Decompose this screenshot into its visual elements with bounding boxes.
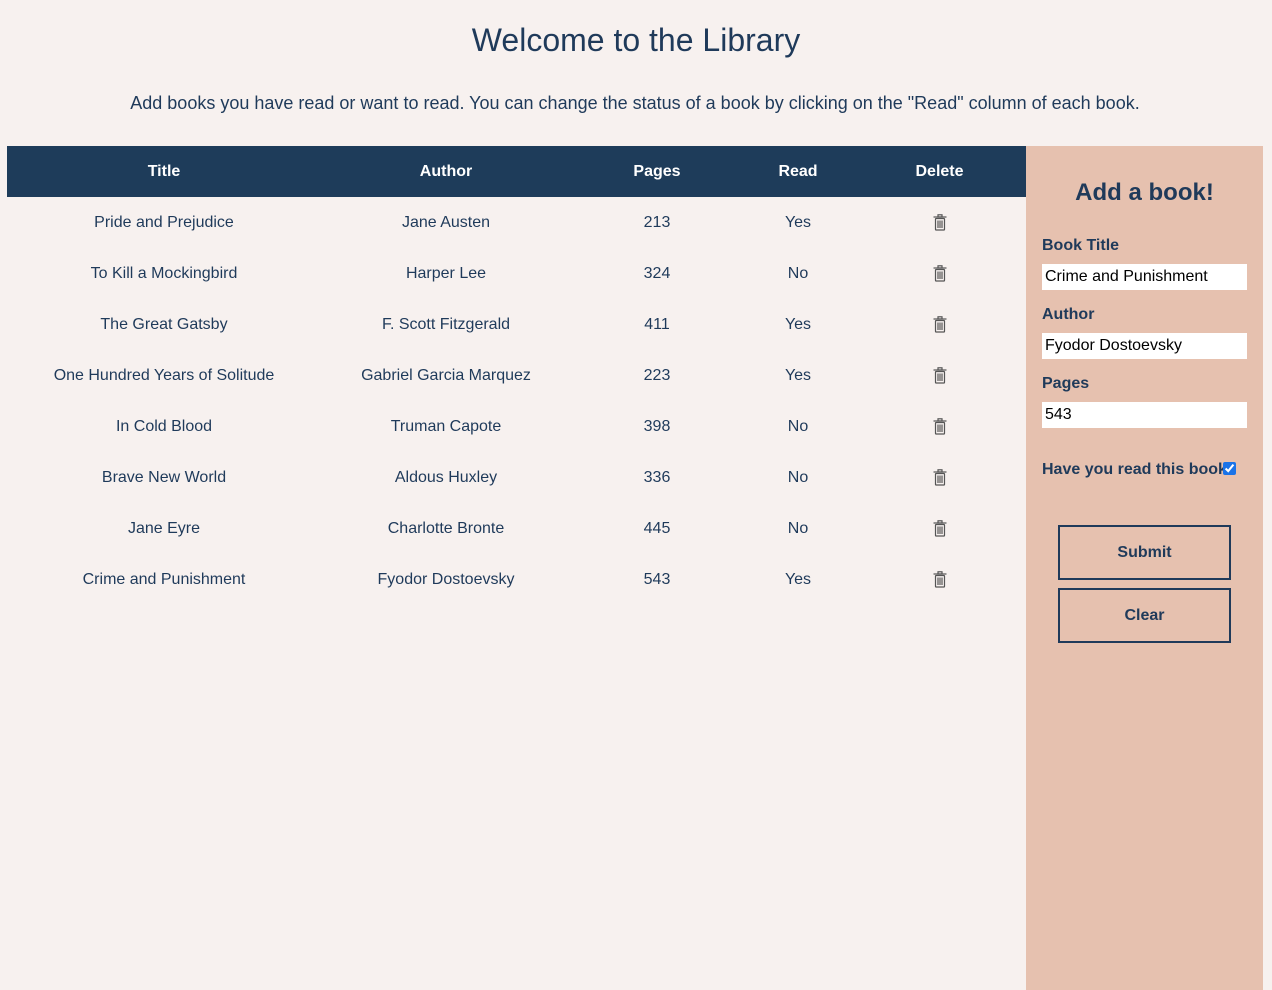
trash-icon[interactable]: [933, 315, 947, 333]
delete-cell: [853, 554, 1026, 605]
read-status-toggle[interactable]: Yes: [743, 554, 853, 605]
delete-cell: [853, 350, 1026, 401]
book-title-cell: Crime and Punishment: [82, 570, 246, 588]
author-label: Author: [1042, 306, 1095, 323]
book-author-cell: Truman Capote: [390, 417, 502, 435]
book-author-cell: Harper Lee: [405, 264, 487, 282]
read-status-toggle[interactable]: Yes: [743, 350, 853, 401]
books-table-container: Title Author Pages Read Delete Pride and…: [7, 146, 1026, 605]
table-row: Pride and Prejudice Jane Austen 213 Yes: [7, 197, 1026, 248]
column-header-delete: Delete: [915, 162, 964, 180]
clear-button[interactable]: Clear: [1058, 588, 1231, 643]
table-row: Crime and Punishment Fyodor Dostoevsky 543…: [7, 554, 1026, 605]
books-table: Title Author Pages Read Delete Pride and…: [7, 146, 1026, 605]
intro-text: Add books you have read or want to read.…: [130, 93, 1140, 113]
trash-icon[interactable]: [933, 213, 947, 231]
book-title-cell: To Kill a Mockingbird: [90, 264, 238, 282]
book-title-cell: The Great Gatsby: [100, 315, 228, 333]
table-row: Brave New World Aldous Huxley 336 No: [7, 452, 1026, 503]
book-pages-cell: 223: [643, 366, 671, 384]
delete-cell: [853, 401, 1026, 452]
book-title-cell: Jane Eyre: [127, 519, 201, 537]
delete-cell: [853, 299, 1026, 350]
read-status-toggle[interactable]: No: [743, 401, 853, 452]
table-row: To Kill a Mockingbird Harper Lee 324 No: [7, 248, 1026, 299]
read-status-toggle[interactable]: No: [743, 452, 853, 503]
add-book-panel: Add a book! Book Title Author Pages Have…: [1026, 146, 1263, 990]
delete-cell: [853, 248, 1026, 299]
column-header-read: Read: [778, 162, 818, 180]
column-header-author: Author: [419, 162, 473, 180]
trash-icon[interactable]: [933, 468, 947, 486]
book-title-cell: In Cold Blood: [115, 417, 213, 435]
read-question-label: Have you read this book?: [1042, 461, 1237, 478]
book-pages-cell: 213: [643, 213, 671, 231]
read-status-toggle[interactable]: No: [743, 503, 853, 554]
read-status-toggle[interactable]: No: [743, 248, 853, 299]
book-pages-cell: 336: [643, 468, 671, 486]
book-title-input[interactable]: [1042, 264, 1247, 290]
trash-icon[interactable]: [933, 366, 947, 384]
table-row: In Cold Blood Truman Capote 398 No: [7, 401, 1026, 452]
book-author-cell: Charlotte Bronte: [387, 519, 505, 537]
book-title-cell: One Hundred Years of Solitude: [53, 366, 275, 384]
column-header-title: Title: [147, 162, 181, 180]
book-pages-cell: 445: [643, 519, 671, 537]
trash-icon[interactable]: [933, 570, 947, 588]
table-row: Jane Eyre Charlotte Bronte 445 No: [7, 503, 1026, 554]
page-title: Welcome to the Library: [471, 22, 801, 58]
book-pages-cell: 324: [643, 264, 671, 282]
author-input[interactable]: [1042, 333, 1247, 359]
table-header: Title Author Pages Read Delete: [7, 146, 1026, 197]
column-header-pages: Pages: [633, 162, 681, 180]
book-author-cell: Jane Austen: [401, 213, 491, 231]
submit-button[interactable]: Submit: [1058, 525, 1231, 580]
read-status-toggle[interactable]: Yes: [743, 197, 853, 248]
book-title-label: Book Title: [1042, 237, 1120, 254]
delete-cell: [853, 503, 1026, 554]
pages-label: Pages: [1042, 375, 1090, 392]
delete-cell: [853, 452, 1026, 503]
table-header-row: Title Author Pages Read Delete: [7, 146, 1026, 197]
book-title-cell: Pride and Prejudice: [94, 213, 234, 231]
table-row: The Great Gatsby F. Scott Fitzgerald 411 Ye…: [7, 299, 1026, 350]
book-pages-cell: 398: [643, 417, 671, 435]
book-author-cell: F. Scott Fitzgerald: [381, 315, 511, 333]
trash-icon[interactable]: [933, 264, 947, 282]
book-title-cell: Brave New World: [101, 468, 227, 486]
delete-cell: [853, 197, 1026, 248]
read-checkbox[interactable]: [1223, 462, 1236, 475]
pages-input[interactable]: [1042, 402, 1247, 428]
read-status-toggle[interactable]: Yes: [743, 299, 853, 350]
table-row: One Hundred Years of Solitude Gabriel Gar…: [7, 350, 1026, 401]
book-pages-cell: 543: [643, 570, 671, 588]
book-author-cell: Gabriel Garcia Marquez: [361, 366, 531, 384]
add-book-title: Add a book!: [1075, 179, 1214, 206]
trash-icon[interactable]: [933, 417, 947, 435]
table-body: Pride and Prejudice Jane Austen 213 Yes To K…: [7, 197, 1026, 605]
book-author-cell: Aldous Huxley: [394, 468, 498, 486]
book-pages-cell: 411: [644, 315, 670, 333]
book-author-cell: Fyodor Dostoevsky: [377, 570, 515, 588]
trash-icon[interactable]: [933, 519, 947, 537]
